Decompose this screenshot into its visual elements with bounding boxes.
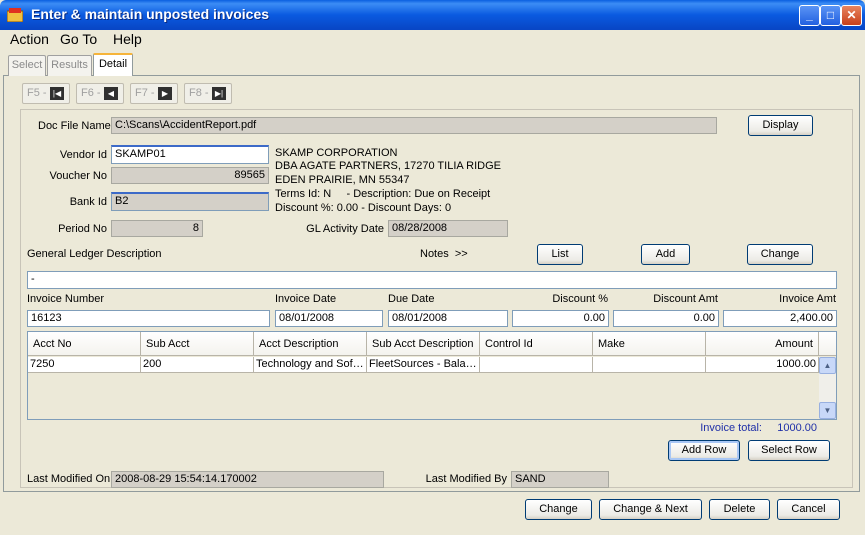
last-label: F8 - [189,87,209,99]
cancel-button[interactable]: Cancel [777,499,840,520]
notes-list-button[interactable]: List [537,244,583,265]
doc-file-label: Doc File Name [38,120,111,132]
invoice-number-label: Invoice Number [27,293,105,305]
menu-goto[interactable]: Go To [60,31,97,47]
gl-description-input[interactable]: - [27,271,837,289]
select-row-button[interactable]: Select Row [748,440,830,461]
discount-amt-input[interactable]: 0.00 [613,310,719,327]
tab-detail[interactable]: Detail [93,53,133,76]
invoice-date-label: Invoice Date [275,293,337,305]
cell-acct-description[interactable]: Technology and Soft... [254,357,367,373]
doc-file-field: C:\Scans\AccidentReport.pdf [111,117,717,134]
cell-make[interactable] [593,357,706,373]
last-modified-by-label: Last Modified By [425,473,507,485]
last-record-button[interactable]: F8 - ▶| [184,83,232,104]
vendor-terms: Terms Id: N - Description: Due on Receip… [275,188,491,200]
voucher-label: Voucher No [49,170,107,182]
cell-acct-no[interactable]: 7250 [28,357,141,373]
vendor-dba: DBA AGATE PARTNERS, 17270 TILIA RIDGE [275,160,501,172]
first-label: F5 - [27,87,47,99]
period-label: Period No [58,223,107,235]
vendor-id-label: Vendor Id [59,149,107,161]
column-make[interactable]: Make [593,332,706,356]
change-button[interactable]: Change [525,499,592,520]
vendor-id-input[interactable]: SKAMP01 [111,145,269,164]
bank-id-input[interactable]: B2 [111,192,269,211]
column-acct-description[interactable]: Acct Description [254,332,367,356]
tab-results[interactable]: Results [47,55,92,76]
close-icon[interactable]: ✕ [841,5,862,26]
vendor-name: SKAMP CORPORATION [275,147,398,159]
distribution-grid: Acct No Sub Acct Acct Description Sub Ac… [27,331,837,420]
last-modified-on-label: Last Modified On [27,473,111,485]
bank-id-label: Bank Id [69,196,107,208]
invoice-number-input[interactable]: 16123 [27,310,270,327]
prev-record-button[interactable]: F6 - ◀ [76,83,124,104]
cell-amount[interactable]: 1000.00 [706,357,819,373]
grid-scrollbar[interactable]: ▲ ▼ [819,357,836,419]
grid-header-filler [819,332,836,356]
minimize-icon[interactable]: _ [799,5,820,26]
invoice-total-label: Invoice total: [700,422,762,434]
gl-date-field: 08/28/2008 [388,220,508,237]
cell-control-id[interactable] [480,357,593,373]
menu-help[interactable]: Help [113,31,142,47]
prev-record-icon: ◀ [104,87,118,100]
invoice-date-input[interactable]: 08/01/2008 [275,310,383,327]
column-sub-acct[interactable]: Sub Acct [141,332,254,356]
invoice-total-value: 1000.00 [777,422,817,434]
delete-button[interactable]: Delete [709,499,770,520]
invoice-amt-label: Invoice Amt [779,293,836,305]
next-label: F7 - [135,87,155,99]
first-record-icon: |◀ [50,87,64,100]
menu-action[interactable]: Action [10,31,49,47]
discount-amt-label: Discount Amt [653,293,718,305]
next-record-button[interactable]: F7 - ▶ [130,83,178,104]
first-record-button[interactable]: F5 - |◀ [22,83,70,104]
scroll-down-icon[interactable]: ▼ [819,402,836,419]
notes-change-button[interactable]: Change [747,244,813,265]
last-modified-on-field: 2008-08-29 15:54:14.170002 [111,471,384,488]
column-amount[interactable]: Amount [706,332,819,356]
gl-date-label: GL Activity Date [306,223,384,235]
column-control-id[interactable]: Control Id [480,332,593,356]
column-acct-no[interactable]: Acct No [28,332,141,356]
last-modified-by-field: SAND [511,471,609,488]
change-next-button[interactable]: Change & Next [599,499,702,520]
maximize-icon[interactable]: □ [820,5,841,26]
gl-description-label: General Ledger Description [27,248,162,260]
app-icon [6,8,24,23]
column-sub-acct-description[interactable]: Sub Acct Description [367,332,480,356]
scroll-up-icon[interactable]: ▲ [819,357,836,374]
discount-pct-label: Discount % [552,293,608,305]
window-title: Enter & maintain unposted invoices [31,6,270,22]
prev-label: F6 - [81,87,101,99]
cell-sub-acct[interactable]: 200 [141,357,254,373]
next-record-icon: ▶ [158,87,172,100]
last-record-icon: ▶| [212,87,226,100]
vendor-city: EDEN PRAIRIE, MN 55347 [275,174,410,186]
due-date-input[interactable]: 08/01/2008 [388,310,508,327]
cell-sub-acct-description[interactable]: FleetSources - Balan... [367,357,480,373]
notes-add-button[interactable]: Add [641,244,690,265]
vendor-discount: Discount %: 0.00 - Discount Days: 0 [275,202,452,214]
invoice-amt-input[interactable]: 2,400.00 [723,310,837,327]
add-row-button[interactable]: Add Row [668,440,740,461]
notes-label: Notes >> [420,248,468,260]
period-field: 8 [111,220,203,237]
voucher-field: 89565 [111,167,269,184]
discount-pct-input[interactable]: 0.00 [512,310,609,327]
due-date-label: Due Date [388,293,435,305]
display-button[interactable]: Display [748,115,813,136]
tab-select[interactable]: Select [8,55,46,76]
